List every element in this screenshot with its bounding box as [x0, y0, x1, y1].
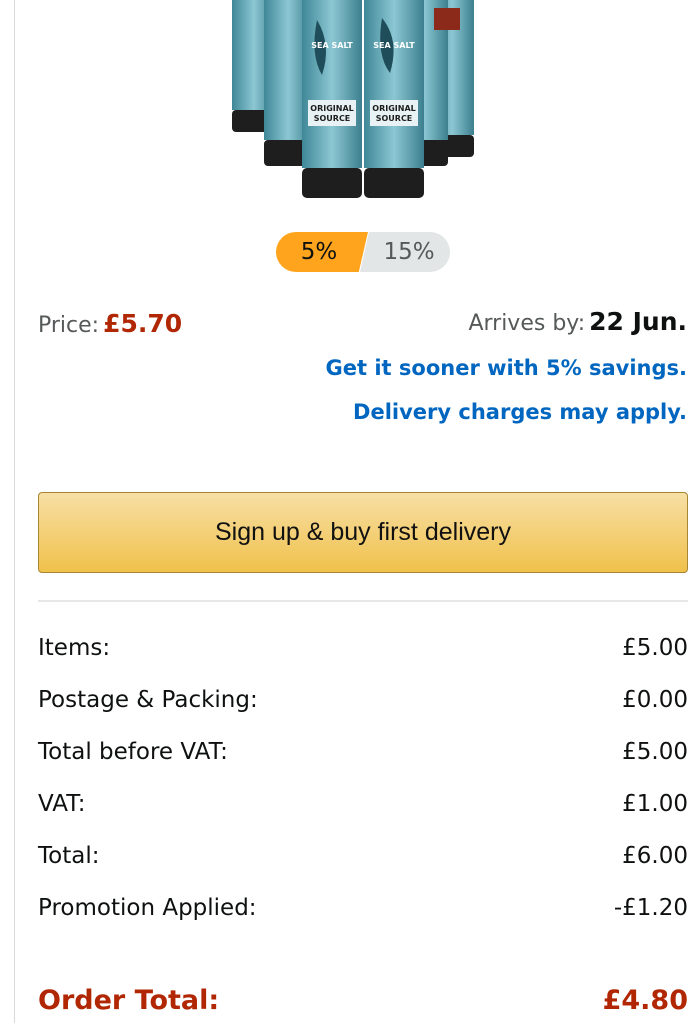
order-summary: Items: £5.00 Postage & Packing: £0.00 To… — [38, 622, 688, 934]
summary-value: £1.00 — [622, 791, 688, 817]
summary-row-promotion: Promotion Applied: -£1.20 — [38, 882, 688, 934]
subscribe-save-panel: ORIGINAL SOURCE ORIGINAL SOURCE SEA SALT… — [0, 0, 699, 1023]
summary-value: £6.00 — [622, 843, 688, 869]
arrives-by-label: Arrives by: — [468, 311, 586, 336]
summary-label: Total before VAT: — [38, 739, 228, 765]
arrives-by-date: 22 Jun. — [589, 307, 687, 336]
discount-tier-selector: 5% 15% — [276, 232, 451, 272]
summary-label: Total: — [38, 843, 100, 869]
svg-text:ORIGINAL: ORIGINAL — [372, 104, 415, 113]
order-total-row: Order Total: £4.80 — [38, 976, 688, 1023]
summary-row-total: Total: £6.00 — [38, 830, 688, 882]
order-total-value: £4.80 — [602, 985, 688, 1016]
summary-row-vat: VAT: £1.00 — [38, 778, 688, 830]
order-total-label: Order Total: — [38, 985, 220, 1016]
sign-up-buy-button-label: Sign up & buy first delivery — [215, 518, 511, 546]
product-image: ORIGINAL SOURCE ORIGINAL SOURCE SEA SALT… — [232, 0, 474, 198]
left-border — [14, 0, 15, 1023]
tier-5-percent[interactable]: 5% — [276, 232, 368, 272]
svg-text:SOURCE: SOURCE — [314, 114, 351, 123]
divider — [38, 600, 688, 602]
summary-row-postage: Postage & Packing: £0.00 — [38, 674, 688, 726]
svg-text:ORIGINAL: ORIGINAL — [310, 104, 353, 113]
svg-text:SEA SALT: SEA SALT — [373, 41, 415, 50]
summary-value: £0.00 — [622, 687, 688, 713]
sign-up-buy-button[interactable]: Sign up & buy first delivery — [38, 492, 688, 573]
tier-15-percent[interactable]: 15% — [360, 232, 450, 272]
price-label: Price: — [38, 313, 100, 338]
summary-value: £5.00 — [622, 635, 688, 661]
svg-text:SOURCE: SOURCE — [376, 114, 413, 123]
price-value: £5.70 — [103, 309, 183, 338]
get-it-sooner-link[interactable]: Get it sooner with 5% savings. Delivery … — [287, 346, 687, 434]
summary-label: Promotion Applied: — [38, 895, 257, 921]
arrives-by-row: Arrives by: 22 Jun. — [468, 307, 687, 336]
summary-row-items: Items: £5.00 — [38, 622, 688, 674]
summary-label: VAT: — [38, 791, 86, 817]
summary-label: Items: — [38, 635, 111, 661]
summary-row-total-before-vat: Total before VAT: £5.00 — [38, 726, 688, 778]
svg-text:SEA SALT: SEA SALT — [311, 41, 353, 50]
price-row: Price: £5.70 — [38, 309, 182, 338]
summary-label: Postage & Packing: — [38, 687, 258, 713]
summary-value: -£1.20 — [613, 895, 688, 921]
summary-value: £5.00 — [622, 739, 688, 765]
